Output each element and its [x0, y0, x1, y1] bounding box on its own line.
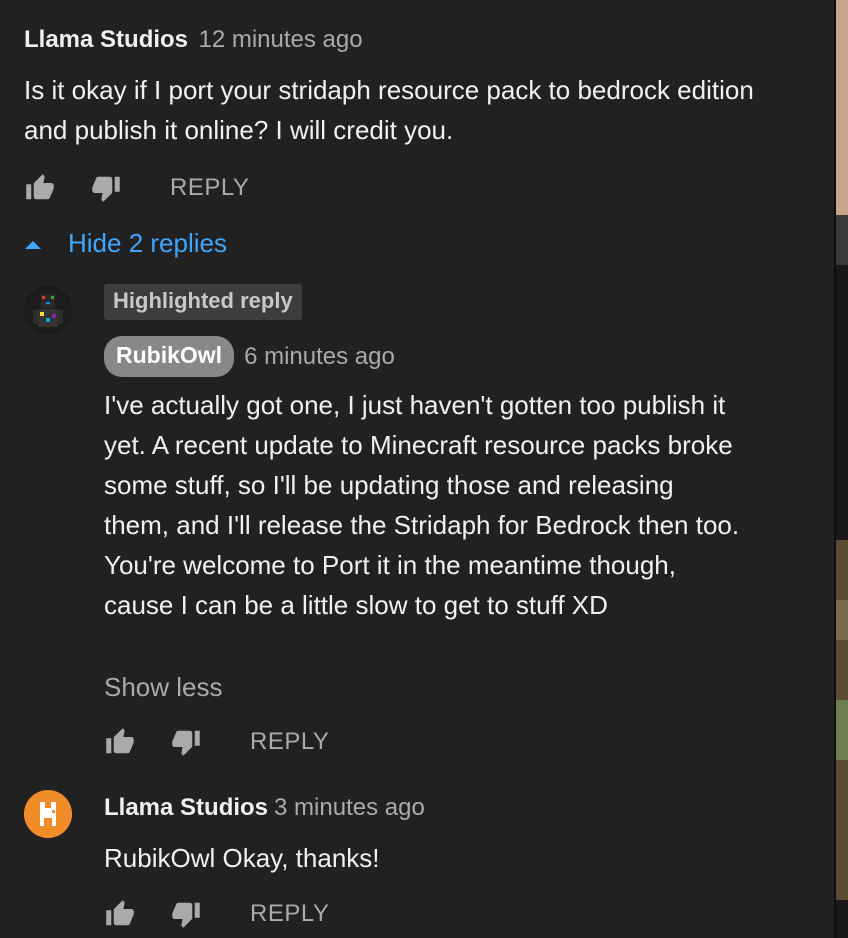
reply-actions: REPLY	[102, 724, 329, 760]
thumb-up-icon	[106, 900, 134, 926]
reply-header: Llama Studios 3 minutes ago	[104, 794, 425, 822]
comments-pane: Llama Studios 12 minutes ago Is it okay …	[0, 0, 836, 938]
highlighted-reply-badge: Highlighted reply	[104, 284, 302, 320]
thumbnail-tile	[836, 0, 848, 215]
thumb-down-icon	[172, 902, 200, 928]
reply-actions: REPLY	[102, 896, 329, 932]
avatar[interactable]	[24, 790, 72, 838]
hide-replies-label: Hide 2 replies	[68, 228, 227, 258]
dislike-button[interactable]	[168, 896, 204, 932]
like-button[interactable]	[102, 896, 138, 932]
avatar[interactable]	[24, 286, 72, 334]
reply-time[interactable]: 6 minutes ago	[244, 343, 395, 371]
thumbnail-tile	[836, 700, 848, 760]
comment-header: Llama Studios 12 minutes ago	[24, 26, 363, 54]
comment-actions: REPLY	[22, 170, 249, 206]
thumbnail-tile	[836, 600, 848, 640]
caret-up-icon	[25, 240, 41, 249]
show-less-button[interactable]: Show less	[104, 672, 223, 703]
thumb-up-icon	[106, 728, 134, 754]
page: Llama Studios 12 minutes ago Is it okay …	[0, 0, 848, 938]
reply-button[interactable]: REPLY	[250, 900, 329, 928]
sidebar-thumbnails-clipped[interactable]	[836, 0, 848, 938]
dislike-button[interactable]	[88, 170, 124, 206]
reply-button[interactable]: REPLY	[170, 174, 249, 202]
reply-author-chip[interactable]: RubikOwl	[104, 336, 235, 377]
reply-time[interactable]: 3 minutes ago	[274, 794, 425, 822]
reply-author[interactable]: Llama Studios	[104, 794, 268, 822]
hide-replies-toggle[interactable]: Hide 2 replies	[22, 228, 227, 259]
minecraft-skin-avatar-icon	[24, 286, 72, 334]
thumb-down-icon	[92, 176, 120, 202]
thumb-up-icon	[26, 174, 54, 200]
reply-header: RubikOwl 6 minutes ago	[104, 336, 395, 377]
like-button[interactable]	[22, 170, 58, 206]
thumbnail-tile	[836, 215, 848, 265]
reply-text: RubikOwl Okay, thanks!	[104, 843, 380, 873]
comment-author[interactable]: Llama Studios	[24, 26, 188, 53]
reply-text: I've actually got one, I just haven't go…	[104, 390, 740, 620]
llama-logo-avatar-icon	[24, 790, 72, 838]
comment-time[interactable]: 12 minutes ago	[198, 26, 362, 53]
comment-text: Is it okay if I port your stridaph resou…	[24, 75, 754, 145]
dislike-button[interactable]	[168, 724, 204, 760]
thumb-down-icon	[172, 730, 200, 756]
reply-button[interactable]: REPLY	[250, 728, 329, 756]
like-button[interactable]	[102, 724, 138, 760]
